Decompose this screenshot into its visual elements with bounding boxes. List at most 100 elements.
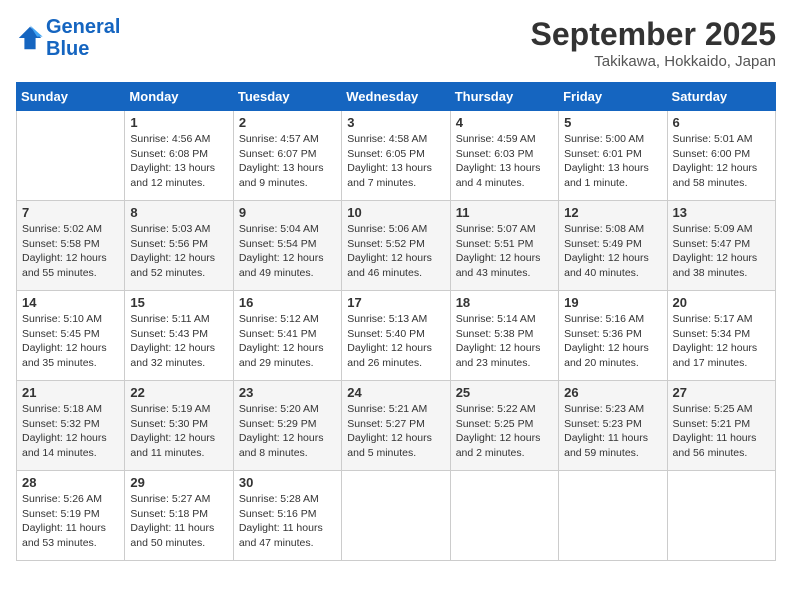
- day-number: 23: [239, 385, 336, 400]
- calendar-cell: 6Sunrise: 5:01 AM Sunset: 6:00 PM Daylig…: [667, 111, 775, 201]
- day-number: 21: [22, 385, 119, 400]
- weekday-header-thursday: Thursday: [450, 83, 558, 111]
- calendar-cell: 18 Sunrise: 5:14 AM Sunset: 5:38 PM Dayli…: [450, 291, 558, 381]
- day-info: Sunrise: 5:08 AM Sunset: 5:49 PM Dayligh…: [564, 222, 661, 281]
- calendar-cell: 17Sunrise: 5:13 AM Sunset: 5:40 PM Dayli…: [342, 291, 450, 381]
- day-number: 16: [239, 295, 336, 310]
- calendar-cell: 22 Sunrise: 5:19 AM Sunset: 5:30 PM Dayli…: [125, 381, 233, 471]
- day-number: 15: [130, 295, 227, 310]
- calendar-cell: 13 Sunrise: 5:09 AM Sunset: 5:47 PM Dayli…: [667, 201, 775, 291]
- day-info: Sunrise: 4:56 AM Sunset: 6:08 PM Dayligh…: [130, 132, 227, 191]
- day-number: 12: [564, 205, 661, 220]
- day-number: 4: [456, 115, 553, 130]
- day-number: 10: [347, 205, 444, 220]
- day-info: Sunrise: 5:04 AM Sunset: 5:54 PM Dayligh…: [239, 222, 336, 281]
- logo-text: General Blue: [46, 16, 120, 60]
- day-number: 19: [564, 295, 661, 310]
- day-number: 8: [130, 205, 227, 220]
- calendar-cell: 7 Sunrise: 5:02 AM Sunset: 5:58 PM Daylig…: [17, 201, 125, 291]
- day-number: 22: [130, 385, 227, 400]
- month-title: September 2025: [531, 16, 776, 53]
- week-row-2: 7 Sunrise: 5:02 AM Sunset: 5:58 PM Daylig…: [17, 201, 776, 291]
- calendar-cell: 19Sunrise: 5:16 AM Sunset: 5:36 PM Dayli…: [559, 291, 667, 381]
- logo: General Blue: [16, 16, 120, 60]
- calendar-cell: [450, 471, 558, 561]
- title-block: September 2025 Takikawa, Hokkaido, Japan: [531, 16, 776, 70]
- weekday-header-monday: Monday: [125, 83, 233, 111]
- weekday-row: SundayMondayTuesdayWednesdayThursdayFrid…: [17, 83, 776, 111]
- day-info: Sunrise: 4:57 AM Sunset: 6:07 PM Dayligh…: [239, 132, 336, 191]
- day-number: 24: [347, 385, 444, 400]
- day-number: 7: [22, 205, 119, 220]
- day-info: Sunrise: 5:20 AM Sunset: 5:29 PM Dayligh…: [239, 402, 336, 461]
- day-info: Sunrise: 5:06 AM Sunset: 5:52 PM Dayligh…: [347, 222, 444, 281]
- calendar-cell: [559, 471, 667, 561]
- day-info: Sunrise: 5:14 AM Sunset: 5:38 PM Dayligh…: [456, 312, 553, 371]
- day-number: 26: [564, 385, 661, 400]
- calendar-cell: 27Sunrise: 5:25 AM Sunset: 5:21 PM Dayli…: [667, 381, 775, 471]
- location-title: Takikawa, Hokkaido, Japan: [531, 53, 776, 70]
- day-number: 13: [673, 205, 770, 220]
- calendar-cell: [342, 471, 450, 561]
- week-row-4: 21Sunrise: 5:18 AM Sunset: 5:32 PM Dayli…: [17, 381, 776, 471]
- calendar-cell: 9 Sunrise: 5:04 AM Sunset: 5:54 PM Daylig…: [233, 201, 341, 291]
- day-info: Sunrise: 5:00 AM Sunset: 6:01 PM Dayligh…: [564, 132, 661, 191]
- calendar-cell: 28Sunrise: 5:26 AM Sunset: 5:19 PM Dayli…: [17, 471, 125, 561]
- day-info: Sunrise: 5:01 AM Sunset: 6:00 PM Dayligh…: [673, 132, 770, 191]
- day-number: 20: [673, 295, 770, 310]
- calendar-cell: 20 Sunrise: 5:17 AM Sunset: 5:34 PM Dayli…: [667, 291, 775, 381]
- day-number: 14: [22, 295, 119, 310]
- calendar-cell: 15Sunrise: 5:11 AM Sunset: 5:43 PM Dayli…: [125, 291, 233, 381]
- day-number: 9: [239, 205, 336, 220]
- calendar-body: 1 Sunrise: 4:56 AM Sunset: 6:08 PM Daylig…: [17, 111, 776, 561]
- day-info: Sunrise: 5:27 AM Sunset: 5:18 PM Dayligh…: [130, 492, 227, 551]
- calendar-cell: [17, 111, 125, 201]
- calendar-cell: 3 Sunrise: 4:58 AM Sunset: 6:05 PM Daylig…: [342, 111, 450, 201]
- calendar-cell: 1 Sunrise: 4:56 AM Sunset: 6:08 PM Daylig…: [125, 111, 233, 201]
- day-number: 3: [347, 115, 444, 130]
- day-info: Sunrise: 5:12 AM Sunset: 5:41 PM Dayligh…: [239, 312, 336, 371]
- day-info: Sunrise: 5:25 AM Sunset: 5:21 PM Dayligh…: [673, 402, 770, 461]
- day-info: Sunrise: 5:09 AM Sunset: 5:47 PM Dayligh…: [673, 222, 770, 281]
- calendar-cell: 14Sunrise: 5:10 AM Sunset: 5:45 PM Dayli…: [17, 291, 125, 381]
- week-row-3: 14Sunrise: 5:10 AM Sunset: 5:45 PM Dayli…: [17, 291, 776, 381]
- day-info: Sunrise: 5:13 AM Sunset: 5:40 PM Dayligh…: [347, 312, 444, 371]
- weekday-header-wednesday: Wednesday: [342, 83, 450, 111]
- day-number: 18: [456, 295, 553, 310]
- logo-line2: Blue: [46, 38, 89, 60]
- day-info: Sunrise: 5:19 AM Sunset: 5:30 PM Dayligh…: [130, 402, 227, 461]
- calendar-cell: 2 Sunrise: 4:57 AM Sunset: 6:07 PM Daylig…: [233, 111, 341, 201]
- weekday-header-saturday: Saturday: [667, 83, 775, 111]
- calendar-cell: 11 Sunrise: 5:07 AM Sunset: 5:51 PM Dayli…: [450, 201, 558, 291]
- day-info: Sunrise: 4:58 AM Sunset: 6:05 PM Dayligh…: [347, 132, 444, 191]
- day-info: Sunrise: 5:07 AM Sunset: 5:51 PM Dayligh…: [456, 222, 553, 281]
- day-info: Sunrise: 5:17 AM Sunset: 5:34 PM Dayligh…: [673, 312, 770, 371]
- calendar-cell: 24 Sunrise: 5:21 AM Sunset: 5:27 PM Dayli…: [342, 381, 450, 471]
- calendar-cell: 10 Sunrise: 5:06 AM Sunset: 5:52 PM Dayli…: [342, 201, 450, 291]
- day-number: 25: [456, 385, 553, 400]
- week-row-1: 1 Sunrise: 4:56 AM Sunset: 6:08 PM Daylig…: [17, 111, 776, 201]
- day-info: Sunrise: 5:21 AM Sunset: 5:27 PM Dayligh…: [347, 402, 444, 461]
- page-header: General Blue September 2025 Takikawa, Ho…: [16, 16, 776, 70]
- calendar-cell: 25 Sunrise: 5:22 AM Sunset: 5:25 PM Dayli…: [450, 381, 558, 471]
- day-number: 5: [564, 115, 661, 130]
- calendar-table: SundayMondayTuesdayWednesdayThursdayFrid…: [16, 82, 776, 561]
- calendar-cell: 8 Sunrise: 5:03 AM Sunset: 5:56 PM Daylig…: [125, 201, 233, 291]
- logo-line1: General: [46, 16, 120, 38]
- day-info: Sunrise: 5:28 AM Sunset: 5:16 PM Dayligh…: [239, 492, 336, 551]
- day-info: Sunrise: 5:26 AM Sunset: 5:19 PM Dayligh…: [22, 492, 119, 551]
- day-number: 1: [130, 115, 227, 130]
- day-info: Sunrise: 5:02 AM Sunset: 5:58 PM Dayligh…: [22, 222, 119, 281]
- calendar-cell: 5 Sunrise: 5:00 AM Sunset: 6:01 PM Daylig…: [559, 111, 667, 201]
- calendar-cell: 12 Sunrise: 5:08 AM Sunset: 5:49 PM Dayli…: [559, 201, 667, 291]
- weekday-header-sunday: Sunday: [17, 83, 125, 111]
- day-info: Sunrise: 5:22 AM Sunset: 5:25 PM Dayligh…: [456, 402, 553, 461]
- calendar-cell: 23 Sunrise: 5:20 AM Sunset: 5:29 PM Dayli…: [233, 381, 341, 471]
- day-number: 29: [130, 475, 227, 490]
- logo-icon: [16, 24, 44, 52]
- day-number: 11: [456, 205, 553, 220]
- day-info: Sunrise: 5:03 AM Sunset: 5:56 PM Dayligh…: [130, 222, 227, 281]
- day-info: Sunrise: 5:23 AM Sunset: 5:23 PM Dayligh…: [564, 402, 661, 461]
- day-number: 30: [239, 475, 336, 490]
- day-number: 2: [239, 115, 336, 130]
